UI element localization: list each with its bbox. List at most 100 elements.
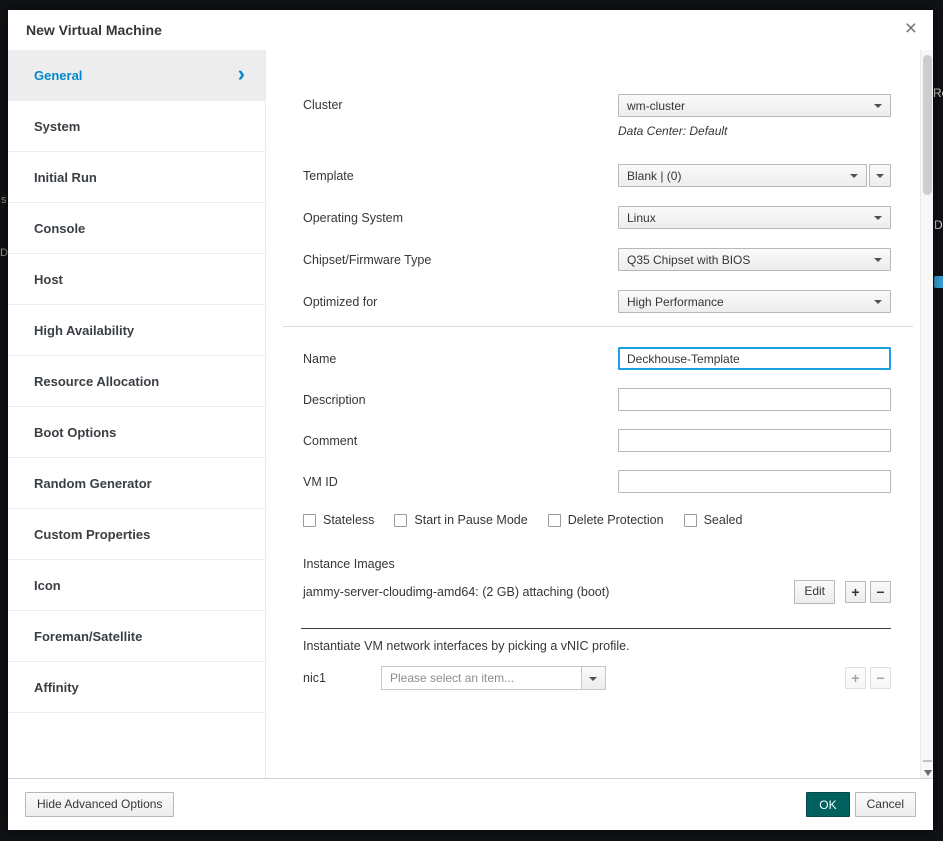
sidebar-item-icon[interactable]: Icon bbox=[8, 560, 265, 611]
chipset-select[interactable]: Q35 Chipset with BIOS bbox=[618, 248, 891, 271]
optimized-for-select[interactable]: High Performance bbox=[618, 290, 891, 313]
background-fragment: s bbox=[1, 194, 7, 206]
background-icon-fragment bbox=[934, 276, 943, 288]
chipset-select-value: Q35 Chipset with BIOS bbox=[627, 253, 750, 267]
background-fragment: D bbox=[934, 218, 943, 232]
dialog-header: New Virtual Machine × bbox=[8, 10, 933, 50]
sealed-label: Sealed bbox=[704, 513, 743, 527]
background-fragment: D bbox=[0, 247, 8, 259]
sidebar-item-label: Resource Allocation bbox=[34, 374, 159, 389]
template-select[interactable]: Blank | (0) bbox=[618, 164, 867, 187]
sealed-checkbox[interactable] bbox=[684, 514, 697, 527]
operating-system-label: Operating System bbox=[303, 211, 618, 225]
vm-id-label: VM ID bbox=[303, 475, 618, 489]
sidebar-item-foreman-satellite[interactable]: Foreman/Satellite bbox=[8, 611, 265, 662]
sidebar-item-affinity[interactable]: Affinity bbox=[8, 662, 265, 713]
stateless-checkbox[interactable] bbox=[303, 514, 316, 527]
sidebar-item-label: Initial Run bbox=[34, 170, 97, 185]
optimized-for-select-value: High Performance bbox=[627, 295, 724, 309]
instance-image-row-text: jammy-server-cloudimg-amd64: (2 GB) atta… bbox=[303, 585, 794, 599]
sidebar-item-label: Foreman/Satellite bbox=[34, 629, 142, 644]
optimized-for-label: Optimized for bbox=[303, 295, 618, 309]
name-input[interactable] bbox=[618, 347, 891, 370]
desktop-background: Re D s D New Virtual Machine × General ›… bbox=[0, 0, 943, 841]
sidebar-item-high-availability[interactable]: High Availability bbox=[8, 305, 265, 356]
dialog-footer: Hide Advanced Options OK Cancel bbox=[8, 778, 933, 830]
general-tab-content: Cluster wm-cluster Data Center: Default … bbox=[266, 50, 933, 778]
chevron-down-icon bbox=[874, 104, 882, 108]
data-center-hint: Data Center: Default bbox=[618, 124, 891, 138]
sidebar-item-system[interactable]: System bbox=[8, 101, 265, 152]
content-scrollbar[interactable] bbox=[920, 50, 933, 778]
sidebar-item-label: Custom Properties bbox=[34, 527, 150, 542]
chipset-label: Chipset/Firmware Type bbox=[303, 253, 618, 267]
comment-label: Comment bbox=[303, 434, 618, 448]
ok-button[interactable]: OK bbox=[806, 792, 849, 818]
sidebar-item-boot-options[interactable]: Boot Options bbox=[8, 407, 265, 458]
sidebar-item-label: System bbox=[34, 119, 80, 134]
cluster-label: Cluster bbox=[303, 94, 618, 112]
chevron-down-icon bbox=[876, 174, 884, 178]
nic-section-divider bbox=[301, 628, 891, 629]
sidebar-item-console[interactable]: Console bbox=[8, 203, 265, 254]
dialog-title: New Virtual Machine bbox=[26, 22, 162, 38]
template-version-select[interactable] bbox=[869, 164, 891, 187]
nic1-profile-placeholder: Please select an item... bbox=[382, 671, 581, 685]
sidebar-item-label: Affinity bbox=[34, 680, 79, 695]
template-label: Template bbox=[303, 169, 618, 183]
add-image-button[interactable]: + bbox=[845, 581, 866, 603]
start-in-pause-mode-label: Start in Pause Mode bbox=[414, 513, 527, 527]
sidebar-item-label: Random Generator bbox=[34, 476, 152, 491]
scroll-down-arrow-icon[interactable] bbox=[924, 770, 932, 776]
hide-advanced-options-button[interactable]: Hide Advanced Options bbox=[25, 792, 174, 818]
cancel-button[interactable]: Cancel bbox=[855, 792, 916, 818]
delete-protection-label: Delete Protection bbox=[568, 513, 664, 527]
background-fragment: Re bbox=[933, 86, 943, 100]
instance-images-title: Instance Images bbox=[303, 557, 891, 571]
scrollbar-thumb[interactable] bbox=[923, 55, 932, 195]
sidebar-item-custom-properties[interactable]: Custom Properties bbox=[8, 509, 265, 560]
chevron-down-icon bbox=[874, 216, 882, 220]
remove-image-button[interactable]: − bbox=[870, 581, 891, 603]
cluster-select-value: wm-cluster bbox=[627, 99, 685, 113]
sidebar-item-general[interactable]: General › bbox=[8, 50, 265, 101]
sidebar-item-label: Console bbox=[34, 221, 85, 236]
close-icon[interactable]: × bbox=[905, 18, 917, 39]
sidebar-item-resource-allocation[interactable]: Resource Allocation bbox=[8, 356, 265, 407]
nic1-profile-select[interactable]: Please select an item... bbox=[381, 666, 606, 690]
vm-id-input[interactable] bbox=[618, 470, 891, 493]
operating-system-select-value: Linux bbox=[627, 211, 656, 225]
scrollbar-line bbox=[923, 760, 932, 762]
stateless-label: Stateless bbox=[323, 513, 374, 527]
edit-image-button[interactable]: Edit bbox=[794, 580, 835, 604]
comment-input[interactable] bbox=[618, 429, 891, 452]
nic1-label: nic1 bbox=[303, 671, 381, 685]
sidebar-item-label: Boot Options bbox=[34, 425, 116, 440]
new-vm-dialog: New Virtual Machine × General › System I… bbox=[8, 10, 933, 830]
chevron-down-icon bbox=[874, 300, 882, 304]
sidebar-item-label: Host bbox=[34, 272, 63, 287]
chevron-down-icon bbox=[581, 667, 605, 689]
template-select-value: Blank | (0) bbox=[627, 169, 681, 183]
cluster-select[interactable]: wm-cluster bbox=[618, 94, 891, 117]
delete-protection-checkbox[interactable] bbox=[548, 514, 561, 527]
start-in-pause-mode-checkbox[interactable] bbox=[394, 514, 407, 527]
nic-intro-text: Instantiate VM network interfaces by pic… bbox=[303, 639, 891, 653]
chevron-down-icon bbox=[850, 174, 858, 178]
sidebar-item-label: High Availability bbox=[34, 323, 134, 338]
sidebar-item-random-generator[interactable]: Random Generator bbox=[8, 458, 265, 509]
remove-nic-button: − bbox=[870, 667, 891, 689]
add-nic-button: + bbox=[845, 667, 866, 689]
description-input[interactable] bbox=[618, 388, 891, 411]
section-divider bbox=[283, 326, 913, 327]
sidebar-item-label: General bbox=[34, 68, 82, 83]
operating-system-select[interactable]: Linux bbox=[618, 206, 891, 229]
name-label: Name bbox=[303, 352, 618, 366]
description-label: Description bbox=[303, 393, 618, 407]
chevron-right-icon: › bbox=[238, 63, 245, 85]
sidebar-item-label: Icon bbox=[34, 578, 61, 593]
sidebar-item-host[interactable]: Host bbox=[8, 254, 265, 305]
sidebar-item-initial-run[interactable]: Initial Run bbox=[8, 152, 265, 203]
sidebar: General › System Initial Run Console Hos… bbox=[8, 50, 266, 778]
chevron-down-icon bbox=[874, 258, 882, 262]
